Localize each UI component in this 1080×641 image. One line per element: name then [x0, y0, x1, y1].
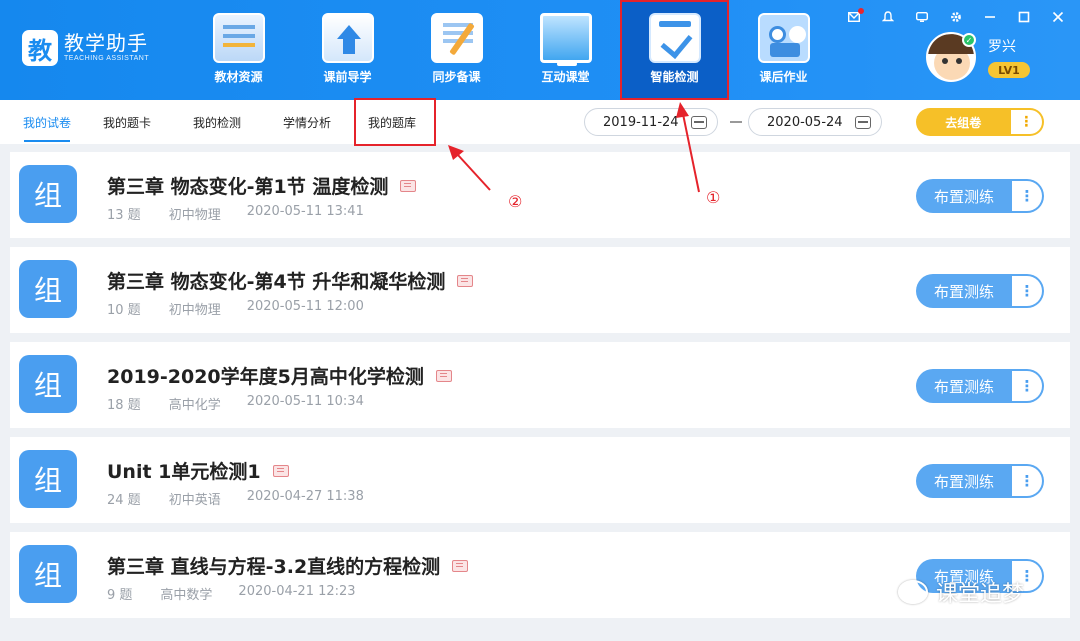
step-1-marker: ①: [706, 188, 721, 207]
calendar-icon: [691, 116, 707, 129]
smart-test-icon: [648, 13, 701, 63]
textbook-resource-icon: [212, 13, 265, 63]
main-nav: 教材资源 课前导学 同步备课 互动课堂 智能检测 课后作业: [184, 0, 838, 100]
paper-book-icon: [272, 464, 289, 477]
paper-book-icon: [400, 179, 417, 192]
subject-label: 高中数学: [160, 588, 213, 603]
compose-badge-icon: 组: [19, 450, 77, 508]
app-logo: 教 教学助手 TEACHING ASSISTANT: [22, 30, 149, 66]
subject-label: 高中化学: [168, 398, 221, 413]
user-name: 罗兴: [988, 39, 1016, 55]
timestamp: 2020-04-21 12:23: [238, 584, 356, 599]
nav-textbook-resources[interactable]: 教材资源: [184, 0, 293, 100]
step-2-marker: ②: [508, 192, 523, 211]
question-count: 9 题: [107, 588, 133, 603]
more-options-button[interactable]: ⋮: [1012, 181, 1042, 211]
lesson-prep-icon: [430, 13, 483, 63]
timestamp: 2020-05-11 10:34: [246, 394, 364, 409]
calendar-icon: [855, 116, 871, 129]
start-date-field[interactable]: 2019-11-24: [584, 108, 718, 136]
tab-my-papers[interactable]: 我的试卷: [12, 100, 82, 144]
more-options-button[interactable]: ⋮: [1012, 466, 1042, 496]
close-icon[interactable]: [1048, 8, 1068, 26]
minimize-icon[interactable]: [980, 8, 1000, 26]
tab-list: 我的试卷 我的题卡 我的检测 学情分析 我的题库: [12, 98, 436, 146]
mail-icon[interactable]: [844, 8, 864, 26]
level-badge: LV1: [988, 62, 1030, 78]
paper-title[interactable]: 第三章 直线与方程-3.2直线的方程检测: [107, 552, 440, 579]
question-count: 18 题: [107, 398, 141, 413]
sub-toolbar: 我的试卷 我的题卡 我的检测 学情分析 我的题库 2019-11-24 2020…: [0, 98, 1080, 146]
verified-check-icon: ✓: [962, 33, 976, 47]
compose-paper-button[interactable]: 去组卷 ⋮: [916, 108, 1044, 136]
list-item[interactable]: 组 第三章 物态变化-第4节 升华和凝华检测 10 题 初中物理 2020-05…: [10, 247, 1070, 333]
subject-label: 初中物理: [168, 208, 221, 223]
compose-badge-icon: 组: [19, 545, 77, 603]
more-options-button[interactable]: ⋮: [1012, 276, 1042, 306]
assign-practice-button[interactable]: 布置测练 ⋮: [916, 274, 1044, 308]
nav-interactive-classroom[interactable]: 互动课堂: [511, 0, 620, 100]
nav-homework[interactable]: 课后作业: [729, 0, 838, 100]
paper-title[interactable]: 第三章 物态变化-第1节 温度检测: [107, 172, 388, 199]
compose-badge-icon: 组: [19, 165, 77, 223]
compose-badge-icon: 组: [19, 355, 77, 413]
assign-practice-button[interactable]: 布置测练 ⋮: [916, 464, 1044, 498]
question-count: 10 题: [107, 303, 141, 318]
more-options-button[interactable]: ⋮: [1010, 110, 1042, 134]
app-subtitle: TEACHING ASSISTANT: [64, 55, 150, 62]
nav-preview-guide[interactable]: 课前导学: [293, 0, 402, 100]
paper-list: 组 第三章 物态变化-第1节 温度检测 13 题 初中物理 2020-05-11…: [10, 152, 1070, 627]
paper-book-icon: [452, 559, 469, 572]
more-options-button[interactable]: ⋮: [1012, 371, 1042, 401]
end-date-field[interactable]: 2020-05-24: [748, 108, 882, 136]
paper-title[interactable]: Unit 1单元检测1: [107, 457, 261, 484]
list-item[interactable]: 组 2019-2020学年度5月高中化学检测 18 题 高中化学 2020-05…: [10, 342, 1070, 428]
tab-learning-analysis[interactable]: 学情分析: [262, 100, 352, 144]
timestamp: 2020-04-27 11:38: [246, 489, 364, 504]
timestamp: 2020-05-11 13:41: [246, 204, 364, 219]
question-count: 24 题: [107, 493, 141, 508]
compose-badge-icon: 组: [19, 260, 77, 318]
maximize-icon[interactable]: [1014, 8, 1034, 26]
timestamp: 2020-05-11 12:00: [246, 299, 364, 314]
subject-label: 初中英语: [168, 493, 221, 508]
gear-icon[interactable]: [946, 8, 966, 26]
bell-icon[interactable]: [878, 8, 898, 26]
list-item[interactable]: 组 第三章 物态变化-第1节 温度检测 13 题 初中物理 2020-05-11…: [10, 152, 1070, 238]
watermark: 课堂追梦: [898, 576, 1024, 608]
list-item[interactable]: 组 Unit 1单元检测1 24 题 初中英语 2020-04-27 11:38…: [10, 437, 1070, 523]
assign-practice-button[interactable]: 布置测练 ⋮: [916, 369, 1044, 403]
date-range-separator: [730, 121, 742, 123]
nav-smart-test[interactable]: 智能检测: [620, 0, 729, 100]
tab-my-tests[interactable]: 我的检测: [172, 100, 262, 144]
subject-label: 初中物理: [168, 303, 221, 318]
paper-title[interactable]: 2019-2020学年度5月高中化学检测: [107, 362, 424, 389]
wechat-icon: [898, 580, 928, 604]
nav-lesson-prep[interactable]: 同步备课: [402, 0, 511, 100]
window-controls: [844, 8, 1068, 26]
interactive-classroom-icon: [539, 13, 592, 66]
preview-guide-icon: [321, 13, 374, 63]
paper-book-icon: [457, 274, 474, 287]
user-profile[interactable]: 罗兴 LV1: [926, 32, 1030, 82]
screen-icon[interactable]: [912, 8, 932, 26]
tab-my-question-cards[interactable]: 我的题卡: [82, 100, 172, 144]
app-title: 教学助手: [64, 31, 148, 55]
assign-practice-button[interactable]: 布置测练 ⋮: [916, 179, 1044, 213]
tab-my-question-bank[interactable]: 我的题库: [352, 98, 436, 146]
logo-badge: 教: [22, 30, 58, 66]
paper-title[interactable]: 第三章 物态变化-第4节 升华和凝华检测: [107, 267, 445, 294]
app-header: 教 教学助手 TEACHING ASSISTANT 教材资源 课前导学 同步备课…: [0, 0, 1080, 100]
unread-dot: [858, 8, 864, 14]
question-count: 13 题: [107, 208, 141, 223]
homework-icon: [757, 13, 810, 63]
paper-book-icon: [435, 369, 452, 382]
